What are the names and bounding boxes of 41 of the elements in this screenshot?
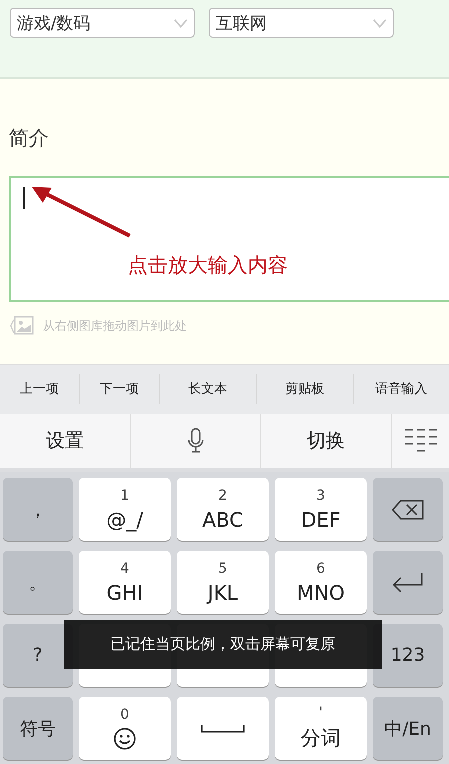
keyboard-key[interactable]: ， — [3, 478, 73, 541]
keyboard-key[interactable]: 4 GHI — [79, 551, 171, 614]
toolbar-button[interactable]: 下一项 — [80, 374, 160, 404]
space-key[interactable] — [177, 697, 269, 760]
emoji-key[interactable]: 0 — [79, 697, 171, 760]
keyboard-key[interactable]: ? — [3, 624, 73, 687]
keyboard-key[interactable]: 2 ABC — [177, 478, 269, 541]
keyboard-key[interactable]: 符号 — [3, 697, 73, 760]
return-icon — [392, 572, 424, 594]
intro-label: 简介 — [9, 125, 49, 152]
chevron-down-icon — [174, 18, 188, 28]
chevron-down-icon — [373, 18, 387, 28]
menu-icon — [404, 428, 438, 454]
space-icon — [201, 724, 245, 734]
category-select[interactable]: 互联网 — [209, 8, 394, 38]
keyboard-key[interactable]: 3 DEF — [275, 478, 367, 541]
keyboard-key[interactable]: 5 JKL — [177, 551, 269, 614]
toolbar-button[interactable]: 语音输入 — [354, 374, 449, 404]
backspace-key[interactable] — [373, 478, 443, 541]
keyboard-key[interactable]: 123 — [373, 624, 443, 687]
keyboard-key[interactable]: 6 MNO — [275, 551, 367, 614]
toolbar-button[interactable]: 长文本 — [160, 374, 257, 404]
image-drop-hint: 从右侧图库拖动图片到此处 — [43, 318, 187, 335]
annotation-text: 点击放大输入内容 — [128, 252, 288, 280]
microphone-icon — [186, 428, 204, 454]
enter-key[interactable] — [373, 551, 443, 614]
function-key[interactable]: 设置 — [0, 414, 131, 468]
keyboard-key[interactable]: 中/En — [373, 697, 443, 760]
function-key[interactable]: 切换 — [261, 414, 392, 468]
toolbar-button[interactable]: 剪贴板 — [257, 374, 354, 404]
toolbar-button[interactable]: 上一项 — [0, 374, 80, 404]
keyboard-key[interactable]: ' 分词 — [275, 697, 367, 760]
zoom-toast: 已记住当页比例，双击屏幕可复原 — [64, 620, 382, 669]
category-select[interactable]: 游戏/数码 — [10, 8, 195, 38]
intro-text-field[interactable]: 点击放大输入内容 — [9, 176, 449, 302]
smiley-icon — [113, 726, 137, 750]
keyboard-key[interactable]: 。 — [3, 551, 73, 614]
keyboard-key[interactable]: 1 @_/ — [79, 478, 171, 541]
image-icon — [9, 316, 35, 336]
backspace-icon — [392, 500, 424, 520]
text-caret — [23, 187, 25, 210]
